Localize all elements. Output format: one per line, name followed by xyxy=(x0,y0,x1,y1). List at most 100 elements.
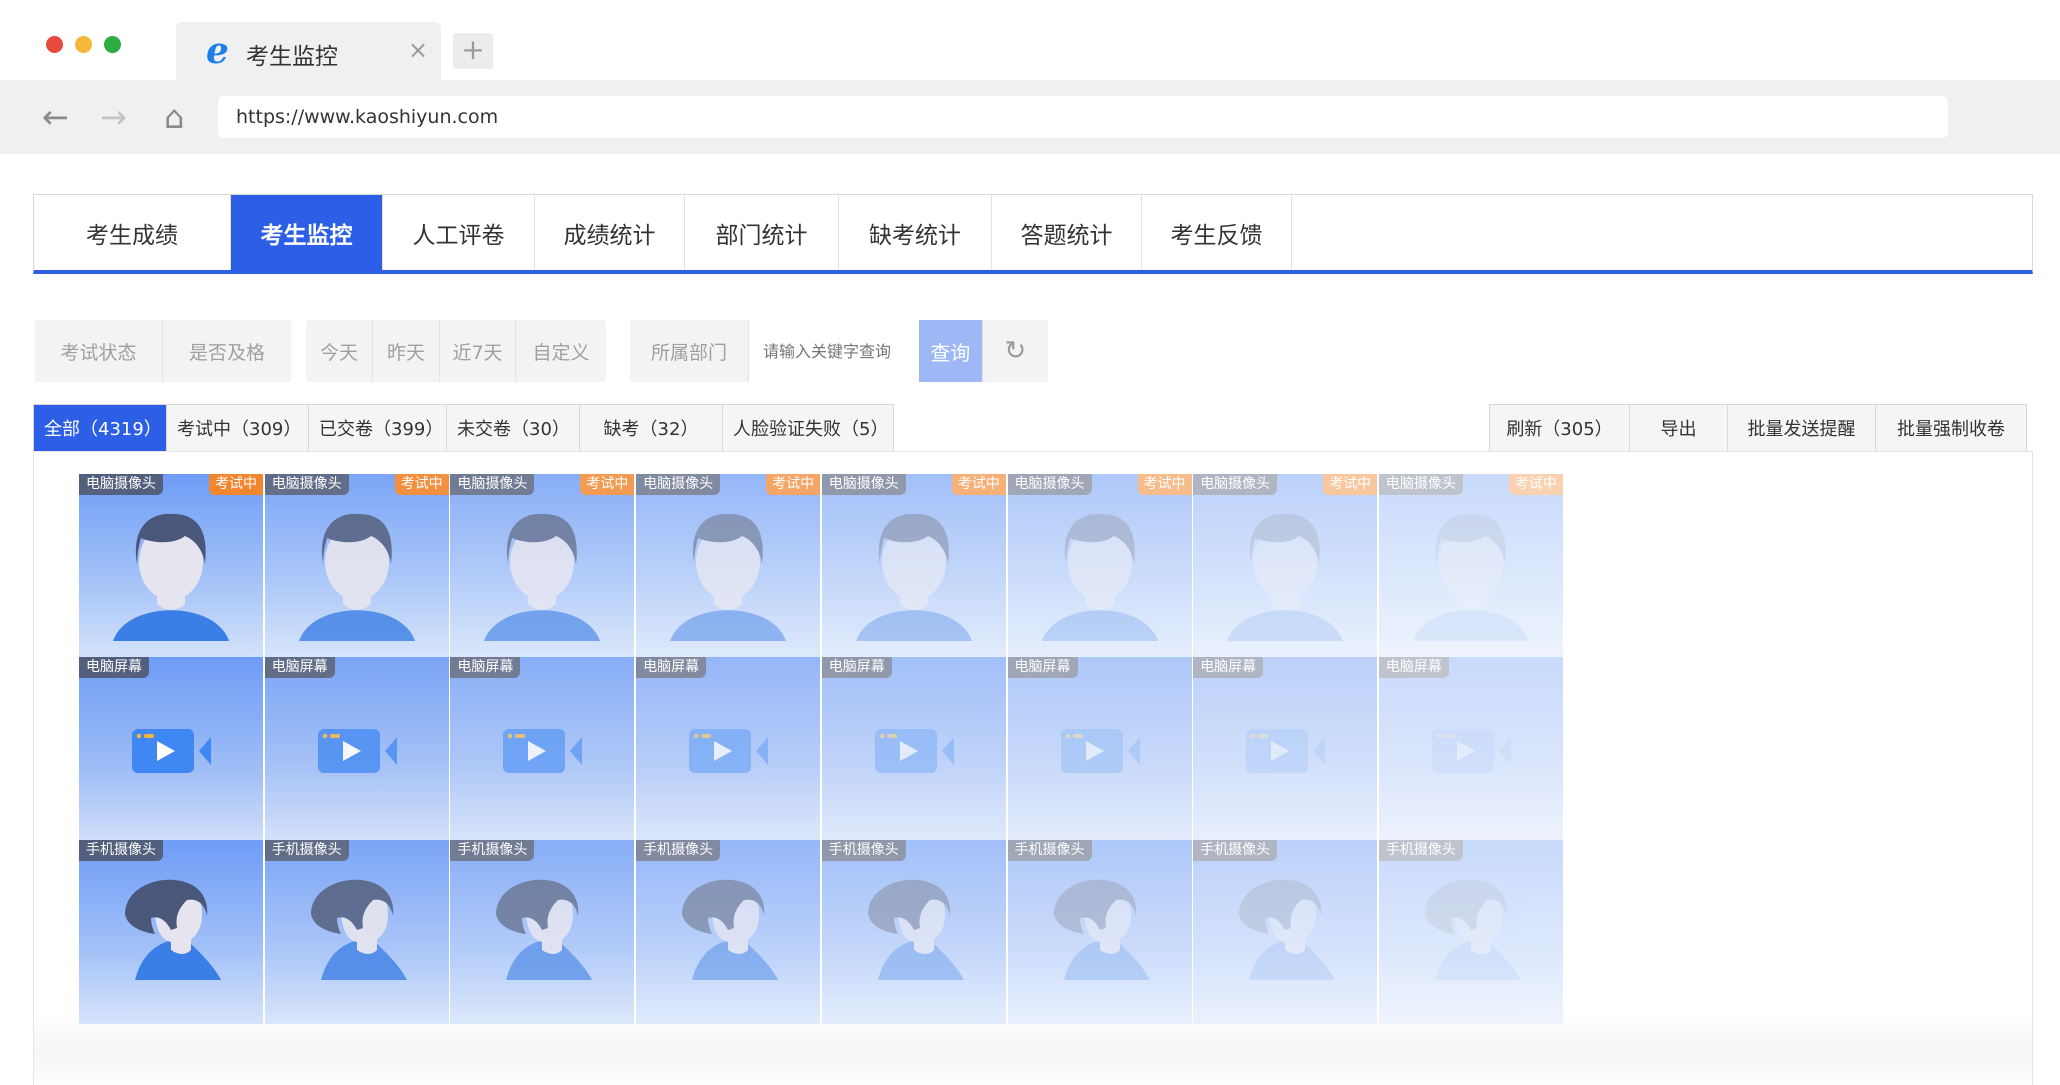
main-tab[interactable]: 成绩统计 xyxy=(535,195,685,270)
video-camera-icon xyxy=(503,729,583,773)
date-filter-option[interactable]: 自定义 xyxy=(516,320,606,382)
forward-arrow-icon[interactable]: → xyxy=(100,100,127,134)
phone-camera-feed[interactable]: 手机摄像头 xyxy=(264,840,449,1024)
pc-screen-feed[interactable]: 电脑屏幕 xyxy=(636,657,821,840)
status-tab[interactable]: 人脸验证失败（5） xyxy=(723,405,893,451)
pc-screen-feed[interactable]: 电脑屏幕 xyxy=(1378,657,1563,840)
feed-label: 电脑屏幕 xyxy=(79,657,149,678)
browser-titlebar: e 考生监控 × + xyxy=(0,0,2060,80)
main-tab[interactable]: 缺考统计 xyxy=(839,195,992,270)
feed-label: 电脑屏幕 xyxy=(264,657,335,678)
batch-action-button[interactable]: 导出 xyxy=(1630,405,1728,451)
candidate-monitor-card[interactable]: 电脑摄像头 考试中 电脑屏幕 手机摄像头 xyxy=(264,474,449,1024)
main-tab[interactable]: 答题统计 xyxy=(992,195,1142,270)
feed-label: 电脑摄像头 xyxy=(1007,474,1092,495)
status-badge: 考试中 xyxy=(1323,474,1378,495)
pc-camera-feed[interactable]: 电脑摄像头 考试中 xyxy=(1193,474,1378,657)
candidate-monitor-card[interactable]: 电脑摄像头 考试中 电脑屏幕 手机摄像头 xyxy=(1007,474,1192,1024)
pc-camera-feed[interactable]: 电脑摄像头 考试中 xyxy=(636,474,821,657)
close-window-button[interactable] xyxy=(46,36,63,53)
query-button[interactable]: 查询 xyxy=(919,320,983,382)
pc-camera-feed[interactable]: 电脑摄像头 考试中 xyxy=(450,474,635,657)
date-filter-option[interactable]: 近7天 xyxy=(440,320,516,382)
date-filter-option[interactable]: 今天 xyxy=(306,320,373,382)
main-tab[interactable]: 考生监控 xyxy=(231,195,383,270)
feed-label: 手机摄像头 xyxy=(264,840,349,861)
video-camera-icon xyxy=(1431,729,1511,773)
pc-camera-feed[interactable]: 电脑摄像头 考试中 xyxy=(821,474,1006,657)
status-tab[interactable]: 考试中（309） xyxy=(167,405,309,451)
pc-camera-feed[interactable]: 电脑摄像头 考试中 xyxy=(1007,474,1192,657)
phone-camera-feed[interactable]: 手机摄像头 xyxy=(821,840,1006,1024)
candidate-monitor-card[interactable]: 电脑摄像头 考试中 电脑屏幕 手机摄像头 xyxy=(821,474,1006,1024)
candidate-monitor-card[interactable]: 电脑摄像头 考试中 电脑屏幕 手机摄像头 xyxy=(79,474,263,1024)
browser-tab[interactable]: e 考生监控 × xyxy=(176,22,441,80)
search-filter-group: 所属部门 查询 ↻ xyxy=(630,320,1048,382)
main-tab[interactable]: 考生反馈 xyxy=(1142,195,1292,270)
date-filter-option[interactable]: 昨天 xyxy=(373,320,440,382)
pc-screen-feed[interactable]: 电脑屏幕 xyxy=(1007,657,1192,840)
phone-camera-feed[interactable]: 手机摄像头 xyxy=(79,840,263,1024)
user-avatar-icon xyxy=(113,513,229,641)
back-arrow-icon[interactable]: ← xyxy=(42,100,69,134)
reset-icon[interactable]: ↻ xyxy=(982,320,1048,382)
status-filter-select[interactable]: 考试状态 xyxy=(35,320,163,382)
pc-screen-feed[interactable]: 电脑屏幕 xyxy=(450,657,635,840)
feed-label: 手机摄像头 xyxy=(636,840,721,861)
video-camera-icon xyxy=(132,729,211,773)
monitor-grid: 电脑摄像头 考试中 电脑屏幕 手机摄像头 电脑摄像头 考试中 电脑屏幕 手机摄像头 xyxy=(33,451,2033,1085)
status-tab[interactable]: 已交卷（399） xyxy=(309,405,447,451)
status-filter-select[interactable]: 是否及格 xyxy=(163,320,291,382)
main-tab[interactable]: 人工评卷 xyxy=(383,195,535,270)
phone-camera-feed[interactable]: 手机摄像头 xyxy=(1193,840,1378,1024)
candidate-monitor-card[interactable]: 电脑摄像头 考试中 电脑屏幕 手机摄像头 xyxy=(450,474,635,1024)
feed-label: 手机摄像头 xyxy=(821,840,906,861)
user-profile-icon xyxy=(310,879,407,980)
status-tab[interactable]: 缺考（32） xyxy=(580,405,723,451)
user-avatar-icon xyxy=(484,513,601,641)
tab-close-icon[interactable]: × xyxy=(408,36,428,64)
department-select[interactable]: 所属部门 xyxy=(630,320,750,382)
pc-screen-feed[interactable]: 电脑屏幕 xyxy=(821,657,1006,840)
feed-label: 手机摄像头 xyxy=(1378,840,1463,861)
video-camera-icon xyxy=(1246,729,1326,773)
phone-camera-feed[interactable]: 手机摄像头 xyxy=(1378,840,1563,1024)
pc-screen-feed[interactable]: 电脑屏幕 xyxy=(264,657,449,840)
batch-action-button[interactable]: 批量发送提醒 xyxy=(1728,405,1876,451)
pc-camera-feed[interactable]: 电脑摄像头 考试中 xyxy=(79,474,263,657)
status-badge: 考试中 xyxy=(209,474,263,495)
feed-label: 电脑屏幕 xyxy=(1378,657,1449,678)
phone-camera-feed[interactable]: 手机摄像头 xyxy=(1007,840,1192,1024)
new-tab-button[interactable]: + xyxy=(453,33,493,69)
pc-camera-feed[interactable]: 电脑摄像头 考试中 xyxy=(1378,474,1563,657)
batch-action-button[interactable]: 批量强制收卷 xyxy=(1876,405,2026,451)
app-content: 考生成绩 考生监控 人工评卷 成绩统计 部门统计 缺考统计 答题统计 考生反馈 考试状态 是否及… xyxy=(0,154,2060,1085)
status-tab[interactable]: 全部（4319） xyxy=(34,405,167,451)
feed-label: 电脑摄像头 xyxy=(1193,474,1278,495)
keyword-search-input[interactable] xyxy=(749,320,920,382)
batch-action-button[interactable]: 刷新（305） xyxy=(1490,405,1630,451)
minimize-window-button[interactable] xyxy=(75,36,92,53)
candidate-monitor-card[interactable]: 电脑摄像头 考试中 电脑屏幕 手机摄像头 xyxy=(636,474,821,1024)
feed-label: 手机摄像头 xyxy=(450,840,535,861)
status-tab[interactable]: 未交卷（30） xyxy=(447,405,580,451)
tab-title: 考生监控 xyxy=(246,44,338,70)
pc-screen-feed[interactable]: 电脑屏幕 xyxy=(1193,657,1378,840)
pc-camera-feed[interactable]: 电脑摄像头 考试中 xyxy=(264,474,449,657)
home-icon[interactable]: ⌂ xyxy=(164,100,184,134)
candidate-monitor-card[interactable]: 电脑摄像头 考试中 电脑屏幕 手机摄像头 xyxy=(1193,474,1378,1024)
phone-camera-feed[interactable]: 手机摄像头 xyxy=(636,840,821,1024)
feed-label: 电脑屏幕 xyxy=(450,657,521,678)
phone-camera-feed[interactable]: 手机摄像头 xyxy=(450,840,635,1024)
main-tab[interactable]: 部门统计 xyxy=(685,195,839,270)
candidate-monitor-card[interactable]: 电脑摄像头 考试中 电脑屏幕 手机摄像头 xyxy=(1378,474,1563,1024)
status-badge: 考试中 xyxy=(1508,474,1563,495)
window-controls xyxy=(46,36,121,53)
feed-label: 电脑屏幕 xyxy=(1007,657,1078,678)
main-tab[interactable]: 考生成绩 xyxy=(34,195,231,270)
maximize-window-button[interactable] xyxy=(104,36,121,53)
address-bar[interactable]: https://www.kaoshiyun.com xyxy=(218,96,1948,138)
pc-screen-feed[interactable]: 电脑屏幕 xyxy=(79,657,263,840)
user-profile-icon xyxy=(125,879,221,980)
status-badge: 考试中 xyxy=(394,474,449,495)
